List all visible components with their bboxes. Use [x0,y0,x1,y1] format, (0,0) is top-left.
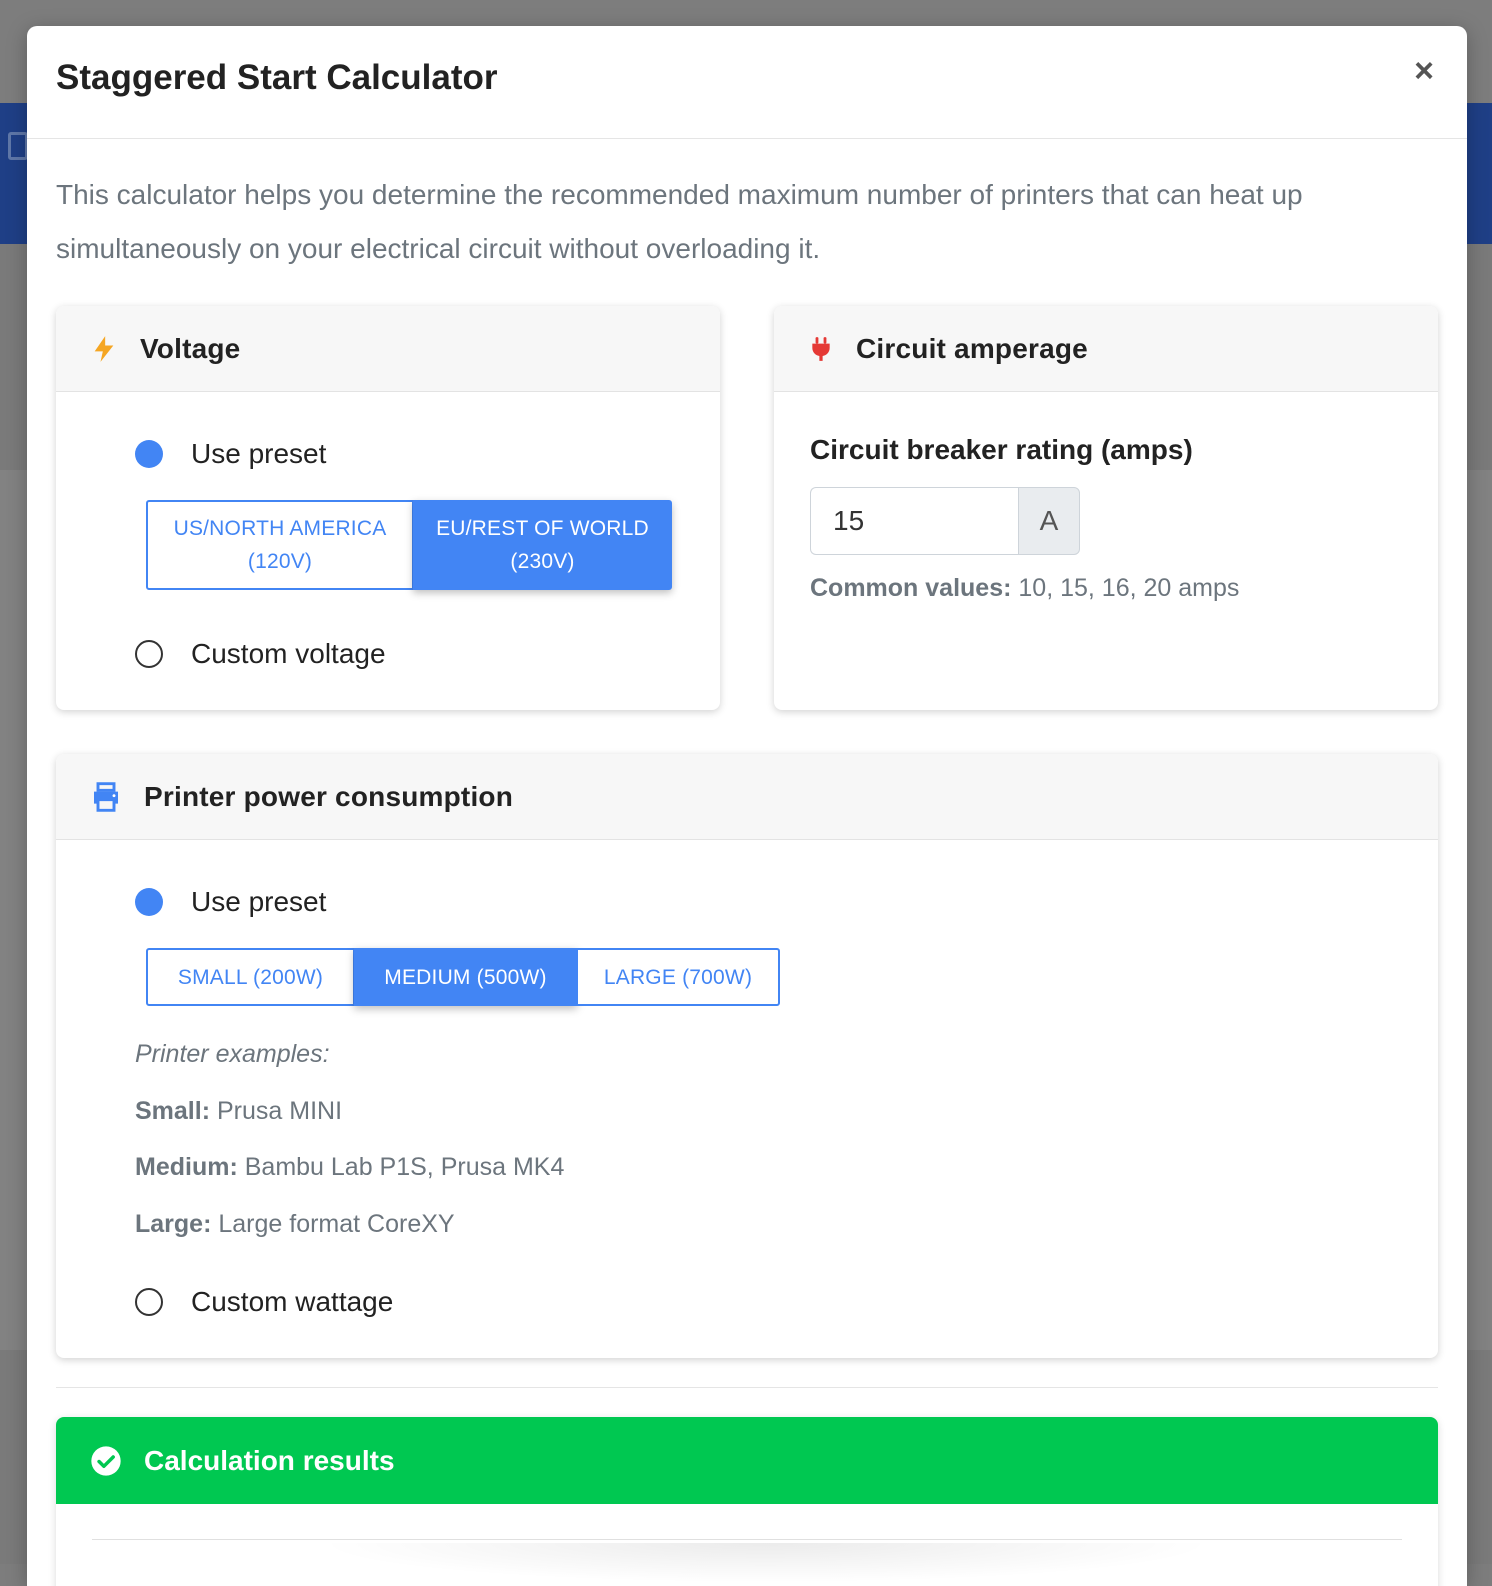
example-medium: Medium: Bambu Lab P1S, Prusa MK4 [135,1139,564,1196]
common-values-text: 10, 15, 16, 20 amps [1018,574,1240,602]
example-models: Bambu Lab P1S, Prusa MK4 [244,1153,565,1181]
printer-icon [94,781,118,812]
close-icon[interactable]: × [1409,54,1439,88]
voltage-card-header: Voltage [56,306,720,392]
modal-header: Staggered Start Calculator × [27,26,1467,139]
amperage-input-group: A [810,487,1080,555]
radio-checked[interactable] [135,888,163,916]
example-models: Prusa MINI [216,1096,343,1125]
radio-unchecked[interactable] [135,1288,163,1316]
amperage-input[interactable] [810,487,1018,555]
voltage-card: Voltage Use preset US/NORTH AMERICA (120… [56,306,720,710]
power-preset-label: Use preset [191,886,327,917]
voltage-custom-label: Custom voltage [191,638,386,669]
power-title: Printer power consumption [144,780,514,812]
radio-checked[interactable] [135,440,163,468]
intro-text: This calculator helps you determine the … [56,179,1303,264]
check-circle-icon [91,1445,121,1476]
preset-us-button[interactable]: US/NORTH AMERICA (120V) [146,500,414,590]
example-size: Small: [135,1096,211,1125]
bolt-icon [94,335,114,362]
common-values-label: Common values: [810,574,1012,602]
radio-unchecked[interactable] [135,640,163,668]
example-size: Medium: [135,1153,238,1181]
example-size: Large: [135,1209,212,1238]
preset-small-button[interactable]: SMALL (200W) [146,948,355,1006]
plug-icon [812,336,830,361]
voltage-preset-label: Use preset [191,438,327,469]
amperage-card-header: Circuit amperage [774,306,1438,392]
voltage-title: Voltage [140,332,241,364]
results-divider [92,1539,1402,1540]
staggered-start-modal: Staggered Start Calculator × This calcul… [27,26,1467,1586]
common-values-hint: Common values: 10, 15, 16, 20 amps [810,574,1239,603]
printer-examples: Printer examples: Small: Prusa MINI Medi… [135,1026,564,1252]
example-large: Large: Large format CoreXY [135,1196,564,1253]
example-small: Small: Prusa MINI [135,1083,564,1140]
power-custom-label: Custom wattage [191,1286,394,1317]
results-header: Calculation results [56,1417,1438,1504]
amperage-unit: A [1018,487,1080,555]
power-preset-radio[interactable]: Use preset [135,886,326,918]
results-card: Calculation results [56,1417,1438,1586]
modal-title: Staggered Start Calculator [56,58,498,97]
power-custom-radio[interactable]: Custom wattage [135,1286,393,1318]
breaker-rating-label: Circuit breaker rating (amps) [810,434,1193,465]
results-shadow [316,1543,1216,1583]
voltage-custom-radio[interactable]: Custom voltage [135,638,386,670]
amperage-title: Circuit amperage [856,332,1088,364]
amperage-card: Circuit amperage Circuit breaker rating … [774,306,1438,710]
examples-heading: Printer examples: [135,1040,330,1068]
example-models: Large format CoreXY [218,1209,455,1238]
background-printer-icon [8,132,28,160]
preset-medium-button[interactable]: MEDIUM (500W) [354,948,577,1006]
section-divider [56,1387,1438,1388]
voltage-preset-radio[interactable]: Use preset [135,438,326,470]
preset-eu-button[interactable]: EU/REST OF WORLD (230V) [413,500,672,590]
preset-large-button[interactable]: LARGE (700W) [576,948,780,1006]
power-card: Printer power consumption Use preset SMA… [56,754,1438,1358]
power-card-header: Printer power consumption [56,754,1438,840]
results-title: Calculation results [144,1444,395,1476]
power-preset-group: SMALL (200W) MEDIUM (500W) LARGE (700W) [146,948,780,1006]
voltage-preset-group: US/NORTH AMERICA (120V) EU/REST OF WORLD… [146,500,672,590]
